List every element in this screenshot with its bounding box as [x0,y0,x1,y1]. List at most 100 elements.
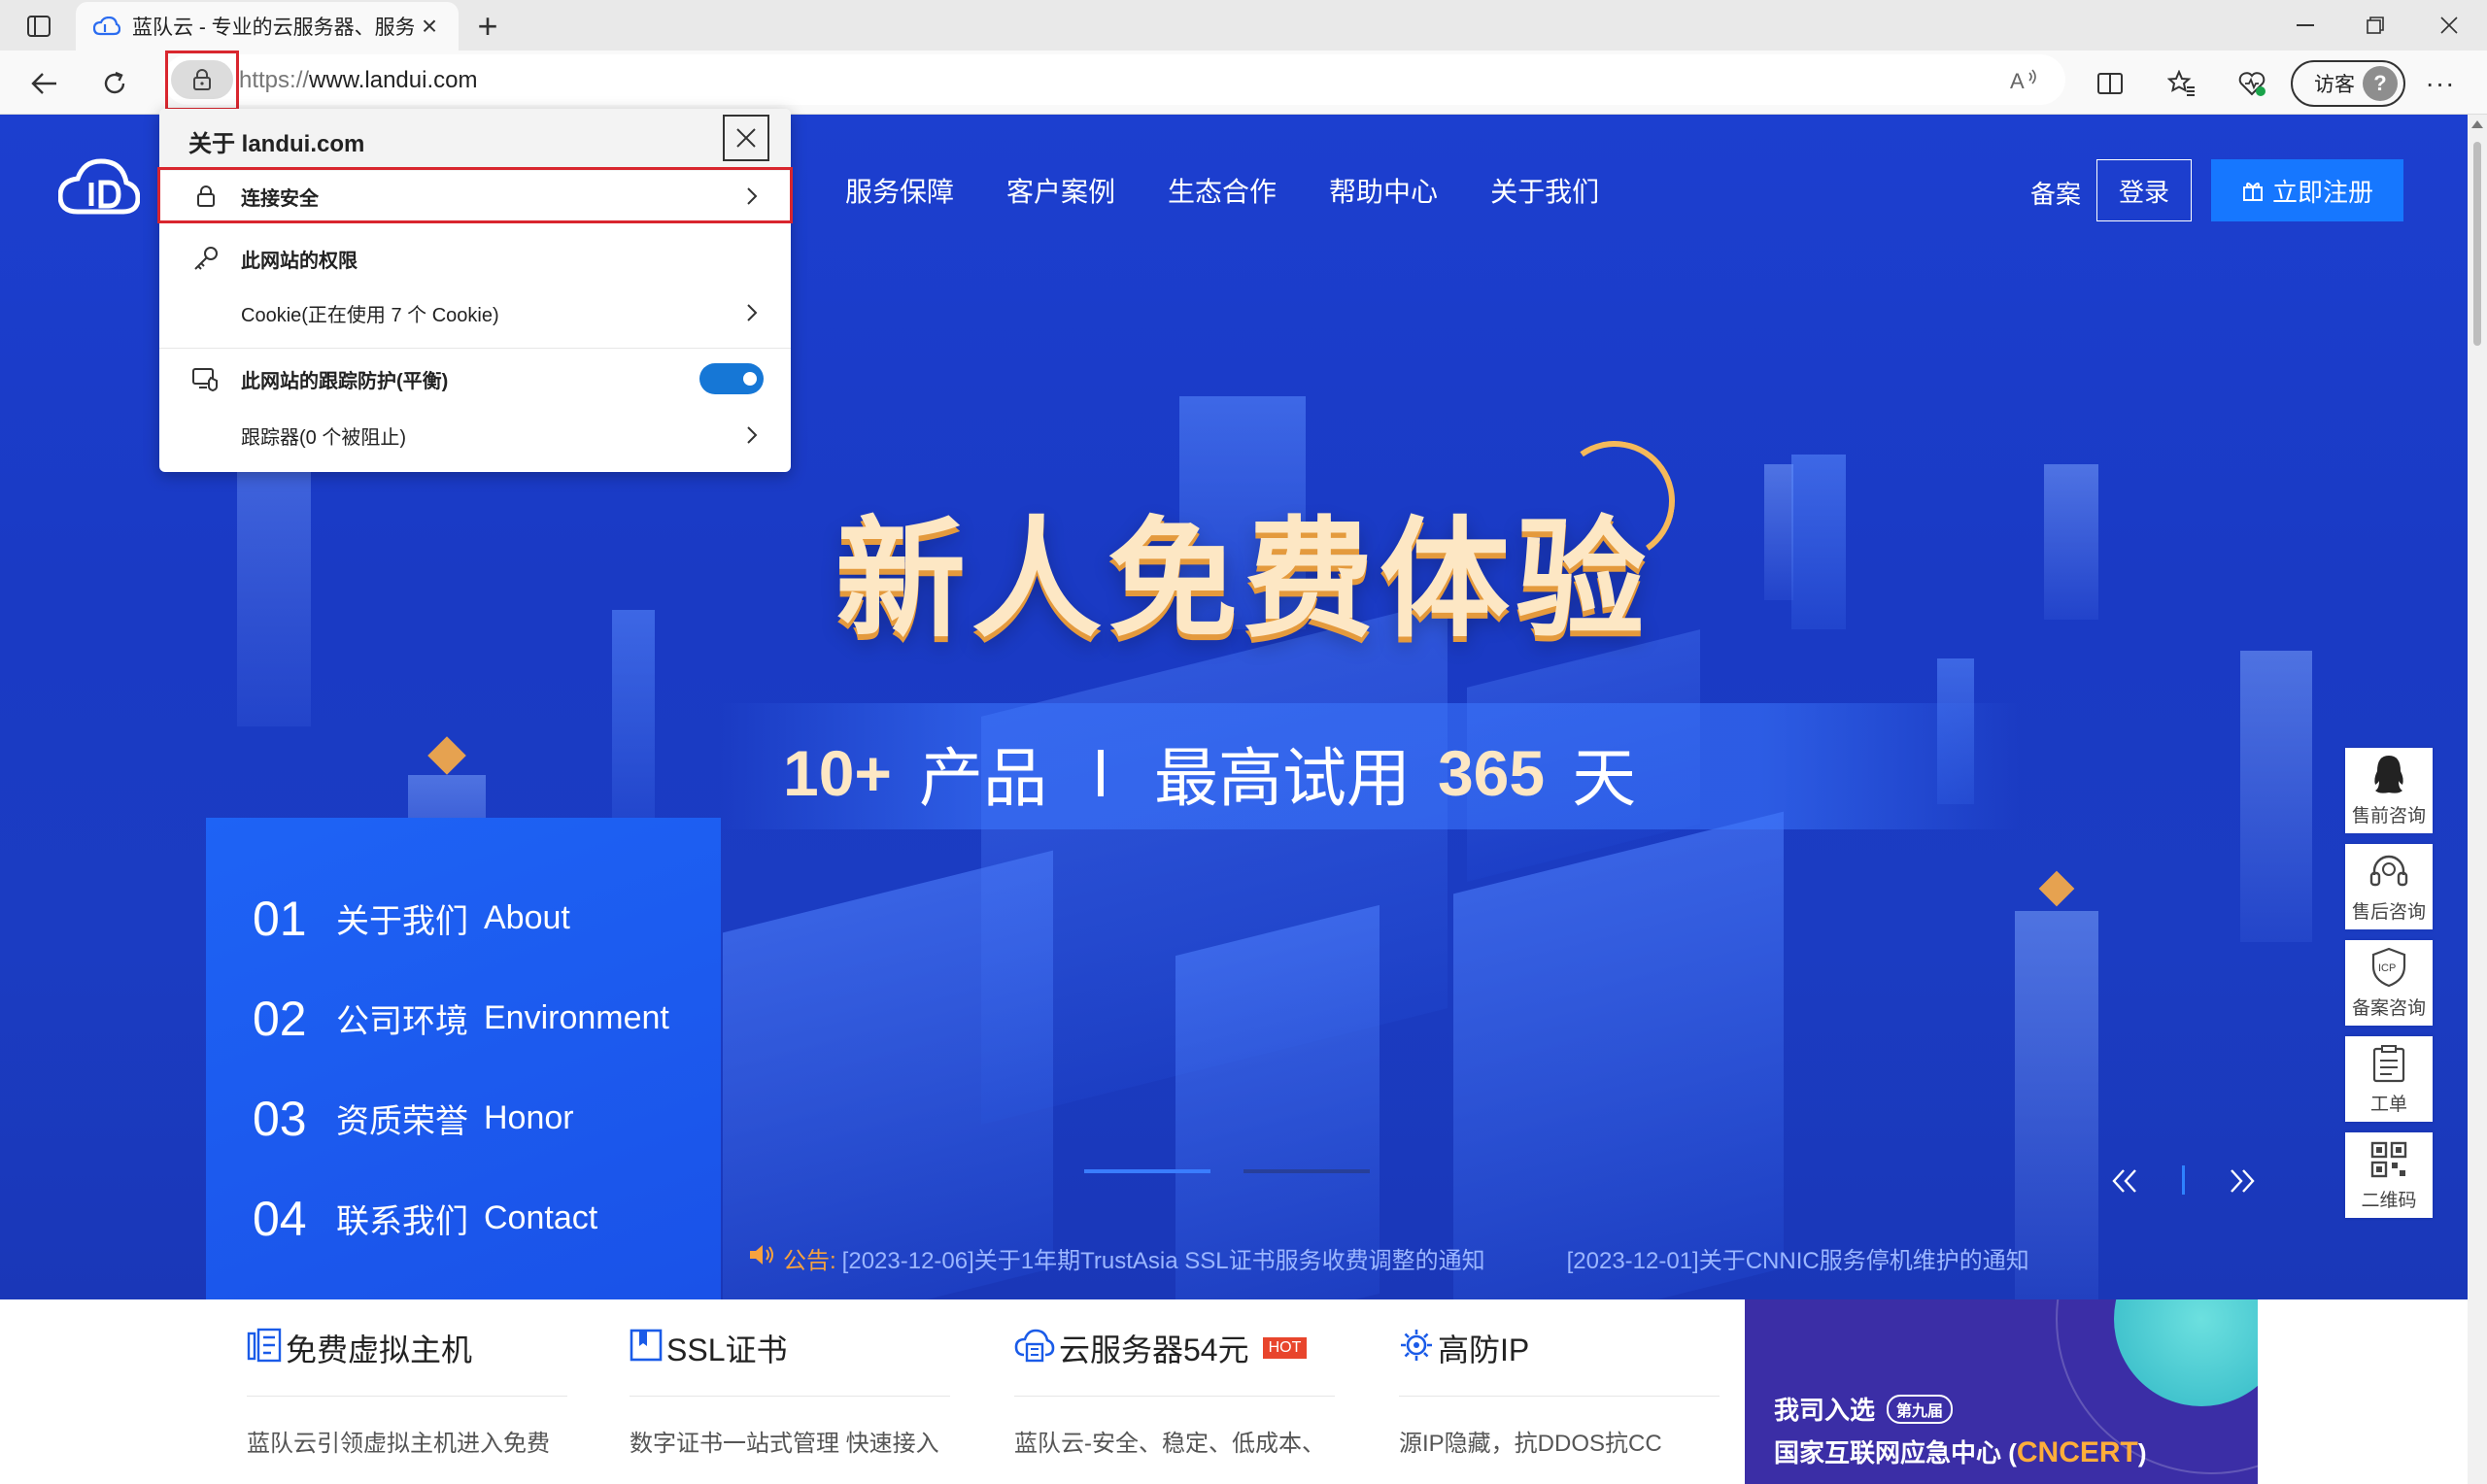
page-scrollbar[interactable] [2468,115,2487,1484]
notice-label: 公告: [783,1248,836,1274]
popup-close-icon[interactable] [723,115,769,161]
hot-badge: HOT [1262,1336,1308,1359]
qrcode-button[interactable]: 二维码 [2345,1132,2433,1218]
feature-card-cloud-server[interactable]: 云服务器54元 HOT 蓝队云-安全、稳定、低成本、 [1014,1299,1335,1458]
cncert-promo-banner[interactable]: 我司入选 第九届 国家互联网应急中心 (CNCERT) [1745,1299,2258,1484]
deco-tower [2240,651,2312,942]
deco-cube [2038,870,2075,907]
chevron-right-icon [732,303,771,322]
lock-highlight-box [165,51,239,111]
split-screen-icon[interactable] [2089,64,2131,103]
main-nav: 服务保障 客户案例 生态合作 帮助中心 关于我们 [845,171,1599,210]
about-item-honor[interactable]: 03 资质荣誉 Honor [206,1068,721,1168]
vhost-icon [247,1328,282,1367]
svg-text:A: A [2010,69,2025,92]
minimize-icon[interactable] [2271,0,2339,51]
tab-close-icon[interactable]: × [414,11,445,42]
gift-icon [2242,182,2263,201]
cookies-item[interactable]: Cookie(正在使用 7 个 Cookie) [159,286,791,340]
deco-tower [612,610,655,824]
back-arrow-icon[interactable] [23,62,66,105]
deco-server-block [1453,811,1784,1299]
cloud-server-icon [1014,1328,1055,1367]
deco-cube [427,736,466,775]
notice-item[interactable]: [2023-12-06]关于1年期TrustAsia SSL证书服务收费调整的通… [842,1241,1485,1275]
window-close-icon[interactable] [2415,0,2483,51]
popup-divider [159,348,791,349]
nav-ecosystem[interactable]: 生态合作 [1168,171,1277,210]
nav-about-us[interactable]: 关于我们 [1490,171,1599,210]
browser-tab-active[interactable]: 蓝队云 - 专业的云服务器、服务器 × [76,2,459,51]
new-tab-button[interactable]: + [468,6,507,46]
tab-title: 蓝队云 - 专业的云服务器、服务器 [132,17,414,39]
beian-consult-button[interactable]: ICP 备案咨询 [2345,940,2433,1026]
slider-arrows [2110,1154,2257,1206]
qq-icon [2369,748,2408,801]
promo-badge: 第九届 [1887,1394,1954,1424]
browser-essentials-icon[interactable] [2231,64,2273,103]
gear-shield-icon [1399,1328,1434,1367]
scroll-up-arrow-icon[interactable] [2471,120,2483,128]
deco-tower [1764,464,1793,600]
browser-toolbar: https://www.landui.com A 访客 ? ··· [0,51,2487,115]
about-panel: 01 关于我们 About 02 公司环境 Environment 03 资质荣… [206,818,721,1299]
profile-guest-button[interactable]: 访客 ? [2291,60,2405,107]
hero-subtitle: 10+ 产品 最高试用 365 天 [783,737,1637,814]
browser-tab-bar: 蓝队云 - 专业的云服务器、服务器 × + [0,0,2487,51]
tracking-prevention-toggle[interactable] [699,363,764,394]
favorites-icon[interactable] [2161,64,2203,103]
beian-link[interactable]: 备案 [2030,175,2081,211]
icp-shield-icon: ICP [2369,940,2408,994]
speaker-icon [748,1242,775,1274]
slider-dot-2[interactable] [1244,1169,1370,1173]
svg-text:ICP: ICP [2378,962,2396,974]
site-info-popup: 关于 landui.com 连接安全 此网站的权限 Cookie(正在使用 7 … [159,109,791,472]
slider-next-icon[interactable] [2228,1154,2257,1206]
slider-prev-icon[interactable] [2110,1154,2139,1206]
about-item-contact[interactable]: 04 联系我们 Contact [206,1168,721,1268]
floating-contact-sidebar: 售前咨询 售后咨询 ICP 备案咨询 工单 二维码 [2345,748,2433,1218]
feature-strip: 免费虚拟主机 蓝队云引领虚拟主机进入免费 SSL证书 数字证书一站式管理 快速接… [206,1299,1745,1484]
login-button[interactable]: 登录 [2096,159,2192,221]
feature-card-anti-ddos[interactable]: 高防IP 源IP隐藏，抗DDOS抗CC [1399,1299,1720,1458]
clipboard-icon [2371,1036,2406,1090]
about-item-about[interactable]: 01 关于我们 About [206,868,721,968]
tracking-prevention-row: 此网站的跟踪防护(平衡) [159,352,791,406]
register-button[interactable]: 立即注册 [2211,159,2403,221]
guest-avatar-icon: ? [2363,66,2398,101]
slider-arrow-separator [2182,1165,2185,1195]
feature-card-vhost[interactable]: 免费虚拟主机 蓝队云引领虚拟主机进入免费 [247,1299,567,1458]
scrollbar-thumb[interactable] [2473,142,2481,346]
aftersales-consult-button[interactable]: 售后咨询 [2345,844,2433,929]
about-item-environment[interactable]: 02 公司环境 Environment [206,968,721,1068]
landui-favicon-icon [93,16,122,37]
feature-card-ssl[interactable]: SSL证书 数字证书一站式管理 快速接入 [630,1299,950,1458]
more-options-icon[interactable]: ··· [2419,64,2462,103]
ssl-icon [630,1329,663,1366]
nav-help-center[interactable]: 帮助中心 [1329,171,1438,210]
slider-pagination [1084,1169,1370,1173]
refresh-icon[interactable] [93,62,136,105]
key-icon [187,245,225,272]
deco-tower [1791,455,1846,629]
chevron-right-icon [732,425,771,445]
qrcode-icon [2370,1132,2407,1186]
notice-item[interactable]: [2023-12-01]关于CNNIC服务停机维护的通知 [1567,1241,2029,1275]
tracking-prevention-icon [187,366,225,391]
restore-icon[interactable] [2341,0,2409,51]
presales-consult-button[interactable]: 售前咨询 [2345,748,2433,833]
site-permissions-header[interactable]: 此网站的权限 [159,231,791,286]
slider-dot-1[interactable] [1084,1169,1210,1173]
address-bar[interactable]: https://www.landui.com A [163,54,2065,105]
ticket-button[interactable]: 工单 [2345,1036,2433,1122]
nav-customer-cases[interactable]: 客户案例 [1006,171,1115,210]
trackers-item[interactable]: 跟踪器(0 个被阻止) [159,408,791,462]
url-text[interactable]: https://www.landui.com [239,67,477,94]
read-aloud-icon[interactable]: A [2003,60,2046,99]
landui-logo-icon[interactable] [57,157,141,219]
tab-actions-icon[interactable] [17,10,60,43]
headset-icon [2368,844,2409,897]
nav-service-guarantee[interactable]: 服务保障 [845,171,954,210]
connection-secure-highlight-box [157,167,793,223]
hero-subtitle-divider [1097,750,1104,796]
